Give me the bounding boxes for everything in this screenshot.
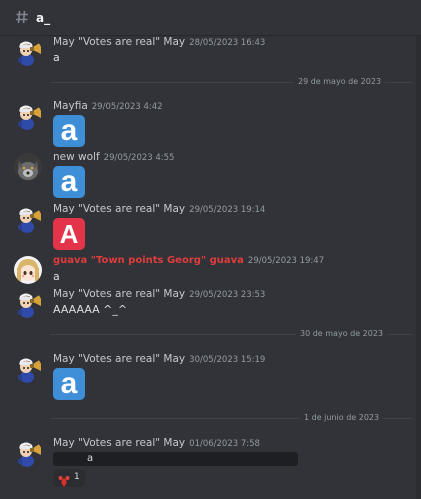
- author-name[interactable]: May "Votes are real" May: [53, 437, 185, 449]
- avatar[interactable]: [14, 355, 42, 383]
- message-text: AAAAAA ^_^: [53, 303, 128, 316]
- avatar[interactable]: [14, 205, 42, 233]
- author-name[interactable]: May "Votes are real" May: [53, 353, 185, 365]
- timestamp: 29/05/2023 23:53: [189, 290, 266, 300]
- timestamp: 28/05/2023 16:43: [189, 38, 266, 48]
- emoji-a[interactable]: a: [53, 115, 85, 147]
- timestamp: 30/05/2023 15:19: [189, 355, 266, 365]
- spoiler-block[interactable]: a: [53, 452, 298, 466]
- timestamp: 29/05/2023 4:55: [103, 153, 175, 163]
- author-name[interactable]: new wolf: [53, 151, 100, 163]
- date-separator: 29 de mayo de 2023: [50, 76, 421, 88]
- date-label: 30 de mayo de 2023: [296, 328, 388, 340]
- message-text: a: [53, 270, 60, 283]
- date-separator: 1 de junio de 2023: [50, 412, 421, 424]
- date-separator: 30 de mayo de 2023: [50, 328, 421, 340]
- lobster-icon: [58, 472, 70, 491]
- author-name[interactable]: May "Votes are real" May: [53, 203, 185, 215]
- reaction-button[interactable]: 1: [53, 469, 85, 487]
- avatar[interactable]: [14, 256, 42, 284]
- timestamp: 29/05/2023 19:14: [189, 205, 266, 215]
- anime-avatar-image: [14, 256, 42, 284]
- message-text: a: [53, 51, 60, 64]
- date-label: 1 de junio de 2023: [300, 412, 384, 424]
- avatar[interactable]: [14, 439, 42, 467]
- emoji-a[interactable]: a: [53, 166, 85, 198]
- author-name[interactable]: guava "Town points Georg" guava: [53, 255, 244, 266]
- wolf-avatar-image: [14, 153, 42, 181]
- avatar[interactable]: [14, 153, 42, 181]
- timestamp: 01/06/2023 7:58: [189, 439, 260, 449]
- spoiler-text: a: [87, 453, 94, 464]
- timestamp: 29/05/2023 4:42: [91, 102, 163, 112]
- author-name[interactable]: May "Votes are real" May: [53, 288, 185, 300]
- author-name[interactable]: Mayfia: [53, 100, 88, 112]
- date-label: 29 de mayo de 2023: [294, 76, 386, 88]
- reaction-count: 1: [74, 472, 80, 482]
- emoji-a[interactable]: a: [53, 368, 85, 400]
- scrollbar-track[interactable]: [416, 36, 421, 499]
- channel-header: a_: [0, 0, 421, 36]
- author-name[interactable]: May "Votes are real" May: [53, 36, 185, 48]
- emoji-capital-a[interactable]: A: [53, 218, 85, 250]
- timestamp: 29/05/2023 19:47: [247, 256, 325, 266]
- avatar[interactable]: [14, 102, 42, 130]
- avatar[interactable]: [14, 38, 42, 66]
- avatar[interactable]: [14, 290, 42, 318]
- hash-icon: [15, 9, 29, 28]
- channel-name: a_: [36, 11, 51, 25]
